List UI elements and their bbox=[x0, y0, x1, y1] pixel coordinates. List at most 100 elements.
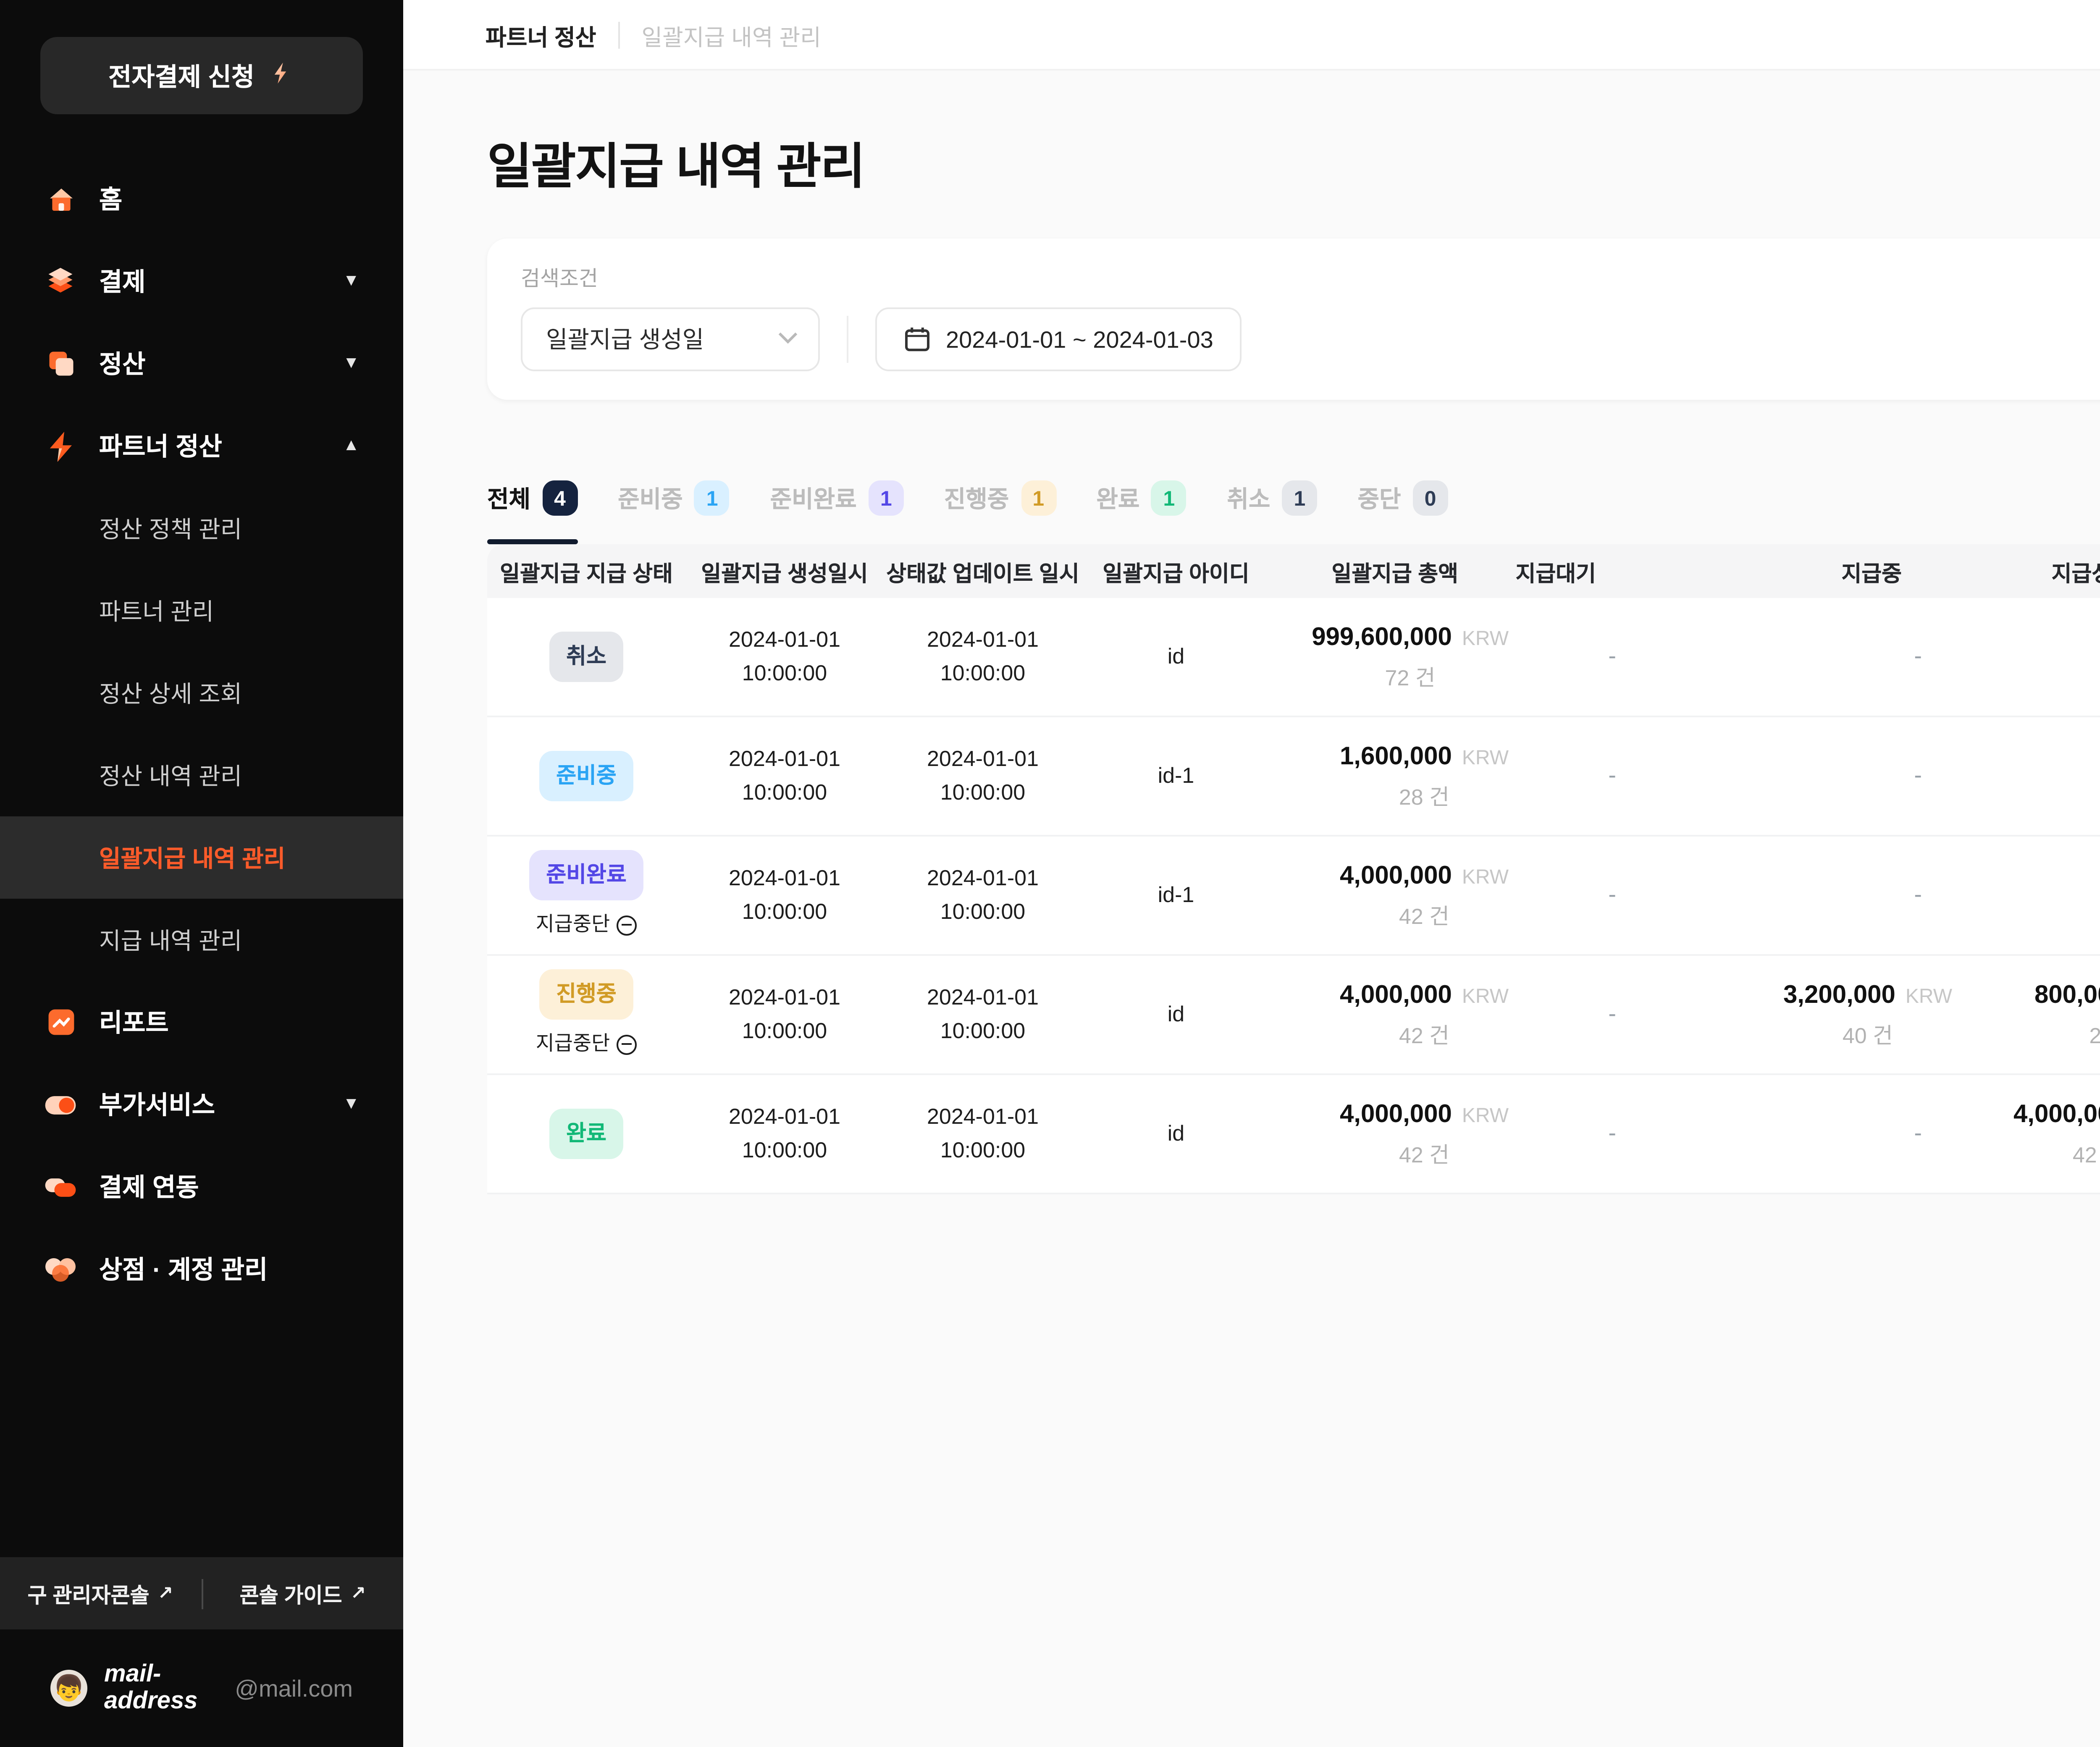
sidebar-item-report[interactable]: 리포트 bbox=[0, 981, 403, 1063]
sidebar-item-payment-integration[interactable]: 결제 연동 bbox=[0, 1146, 403, 1228]
created-at-cell: 2024-01-0110:00:00 bbox=[685, 861, 884, 929]
date-range-field[interactable]: 2024-01-01 ~ 2024-01-03 bbox=[875, 307, 1242, 371]
amount-value: 4,000,000 bbox=[1340, 976, 1452, 1015]
total-amount-cell: 1,600,000KRW28 건 bbox=[1270, 737, 1509, 815]
sidebar-subitem-label: 일괄지급 내역 관리 bbox=[99, 841, 285, 874]
main-area: 파트너 정산 일괄지급 내역 관리 테스트 데이터 일괄지급 내역 관리 검색조… bbox=[403, 0, 2100, 1747]
tab-label: 중단 bbox=[1357, 481, 1401, 515]
status-cell: 취소 bbox=[487, 632, 685, 682]
table-row[interactable]: 취소2024-01-0110:00:002024-01-0110:00:00id… bbox=[487, 598, 2100, 716]
status-badge: 취소 bbox=[549, 632, 623, 682]
table-body: 취소2024-01-0110:00:002024-01-0110:00:00id… bbox=[487, 598, 2100, 1194]
date-range-value: 2024-01-01 ~ 2024-01-03 bbox=[946, 326, 1213, 353]
page-title: 일괄지급 내역 관리 bbox=[487, 128, 2100, 198]
tab-label: 준비중 bbox=[618, 481, 683, 515]
tab-진행중[interactable]: 진행중 1 bbox=[944, 477, 1056, 526]
tab-label: 취소 bbox=[1227, 481, 1270, 515]
e-payment-apply-button[interactable]: 전자결제 신청 bbox=[40, 37, 363, 114]
updated-at-cell: 2024-01-0110:00:00 bbox=[884, 981, 1082, 1048]
tab-취소[interactable]: 취소1 bbox=[1227, 477, 1317, 526]
sidebar-item-label: 정산 bbox=[99, 346, 145, 381]
success-cell: 4,000,000KRW42 건 bbox=[1952, 1095, 2100, 1173]
sidebar-item-settlement-history[interactable]: 정산 내역 관리 bbox=[0, 734, 403, 816]
search-section-label: 검색조건 bbox=[521, 260, 2100, 292]
sidebar-item-bulk-payout-history[interactable]: 일괄지급 내역 관리 bbox=[0, 816, 403, 899]
table-row[interactable]: 진행중지급중단2024-01-0110:00:002024-01-0110:00… bbox=[487, 954, 2100, 1073]
sidebar-item-partner-management[interactable]: 파트너 관리 bbox=[0, 569, 403, 652]
sidebar-item-label: 파트너 정산 bbox=[99, 428, 222, 464]
table-row[interactable]: 완료2024-01-0110:00:002024-01-0110:00:00id… bbox=[487, 1073, 2100, 1194]
tab-label: 전체 bbox=[487, 481, 530, 515]
sidebar-item-payout-history[interactable]: 지급 내역 관리 bbox=[0, 899, 403, 981]
amount-value: 999,600,000 bbox=[1312, 618, 1452, 657]
waiting-cell: - bbox=[1509, 877, 1646, 914]
table-row[interactable]: 준비완료지급중단2024-01-0110:00:002024-01-0110:0… bbox=[487, 835, 2100, 954]
caret-down-icon: ▼ bbox=[343, 354, 360, 373]
account-row[interactable]: 👦 mail-address @mail.com bbox=[0, 1629, 403, 1747]
table-header-row: 일괄지급 지급 상태일괄지급 생성일시상태값 업데이트 일시일괄지급 아이디일괄… bbox=[487, 544, 2100, 598]
report-icon bbox=[44, 1005, 77, 1039]
sidebar-item-home[interactable]: 홈 bbox=[0, 158, 403, 240]
bulk-payout-table: 일괄지급 지급 상태일괄지급 생성일시상태값 업데이트 일시일괄지급 아이디일괄… bbox=[487, 544, 2100, 1194]
tab-count-badge: 1 bbox=[695, 480, 730, 516]
sidebar-subitem-label: 정산 정책 관리 bbox=[99, 512, 242, 545]
column-header-7: 지급성공 bbox=[1952, 555, 2100, 587]
search-panel: 검색조건 일괄지급 생성일 2024-01-01 ~ 2024-01-03 bbox=[487, 239, 2100, 400]
sidebar-item-settlement-policy[interactable]: 정산 정책 관리 bbox=[0, 487, 403, 569]
payout-stopped-label: 지급중단 bbox=[536, 1028, 637, 1060]
column-header-0: 일괄지급 지급 상태 bbox=[487, 555, 685, 587]
tab-준비완료[interactable]: 준비완료1 bbox=[770, 477, 904, 526]
amount-value: 3,200,000 bbox=[1783, 976, 1895, 1015]
sidebar-item-label: 부가서비스 bbox=[99, 1087, 215, 1122]
updated-at-cell: 2024-01-0110:00:00 bbox=[884, 1100, 1082, 1167]
tab-label: 진행중 bbox=[944, 481, 1009, 515]
addon-icon bbox=[44, 1088, 77, 1121]
caret-down-icon: ▼ bbox=[343, 272, 360, 291]
caret-down-icon: ▼ bbox=[343, 1095, 360, 1114]
integration-icon bbox=[44, 1170, 77, 1204]
status-cell: 준비중 bbox=[487, 751, 685, 802]
sidebar-item-addon-service[interactable]: 부가서비스 ▼ bbox=[0, 1063, 403, 1146]
bulk-id-cell: id bbox=[1082, 1117, 1270, 1151]
sidebar-item-payments[interactable]: 결제▼ bbox=[0, 240, 403, 323]
sidebar-item-settlement[interactable]: 정산 ▼ bbox=[0, 323, 403, 405]
tab-전체[interactable]: 전체4 bbox=[487, 477, 578, 526]
sidebar-footer: 구 관리자콘솔↗콘솔 가이드↗ bbox=[0, 1557, 403, 1629]
sidebar-item-partner-settlement[interactable]: 파트너 정산▲ bbox=[0, 405, 403, 487]
count-value: 42 건 bbox=[1399, 900, 1449, 934]
currency-label: KRW bbox=[1462, 623, 1509, 654]
calendar-icon bbox=[904, 326, 931, 353]
created-at-cell: 2024-01-0110:00:00 bbox=[685, 1100, 884, 1167]
footer-link-console-guide[interactable]: 콘솔 가이드↗ bbox=[202, 1577, 403, 1609]
bulk-id-cell: id-1 bbox=[1082, 879, 1270, 913]
total-amount-cell: 4,000,000KRW42 건 bbox=[1270, 1095, 1509, 1173]
external-link-icon: ↗ bbox=[158, 1582, 173, 1604]
tab-count-badge: 1 bbox=[1021, 480, 1056, 516]
sidebar-item-label: 홈 bbox=[99, 181, 122, 217]
sidebar-subitem-label: 정산 내역 관리 bbox=[99, 758, 242, 792]
status-badge: 완료 bbox=[549, 1109, 623, 1159]
column-header-1: 일괄지급 생성일시 bbox=[685, 555, 884, 587]
created-at-cell: 2024-01-0110:00:00 bbox=[685, 742, 884, 810]
count-value: 2 건 bbox=[2089, 1020, 2100, 1054]
total-amount-cell: 4,000,000KRW42 건 bbox=[1270, 856, 1509, 934]
footer-link-legacy-console[interactable]: 구 관리자콘솔↗ bbox=[0, 1577, 201, 1609]
bulk-id-cell: id bbox=[1082, 998, 1270, 1032]
search-field-select[interactable]: 일괄지급 생성일 bbox=[521, 307, 820, 371]
status-badge: 진행중 bbox=[539, 970, 633, 1020]
total-amount-cell: 999,600,000KRW72 건 bbox=[1270, 618, 1509, 696]
status-cell: 진행중지급중단 bbox=[487, 970, 685, 1060]
updated-at-cell: 2024-01-0110:00:00 bbox=[884, 742, 1082, 810]
sidebar-item-store-account[interactable]: 상점 · 계정 관리 bbox=[0, 1228, 403, 1310]
sidebar-item-settlement-detail[interactable]: 정산 상세 조회 bbox=[0, 652, 403, 734]
tab-준비중[interactable]: 준비중 1 bbox=[618, 477, 730, 526]
waiting-cell: - bbox=[1509, 997, 1646, 1033]
sidebar-subitem-label: 지급 내역 관리 bbox=[99, 923, 242, 957]
table-row[interactable]: 준비중2024-01-0110:00:002024-01-0110:00:00i… bbox=[487, 716, 2100, 835]
status-cell: 준비완료지급중단 bbox=[487, 850, 685, 941]
tab-중단[interactable]: 중단0 bbox=[1357, 477, 1448, 526]
amount-value: 4,000,000 bbox=[1340, 1095, 1452, 1134]
chevron-down-icon bbox=[778, 329, 798, 349]
bolt-icon bbox=[270, 60, 295, 92]
tab-완료[interactable]: 완료1 bbox=[1096, 477, 1186, 526]
